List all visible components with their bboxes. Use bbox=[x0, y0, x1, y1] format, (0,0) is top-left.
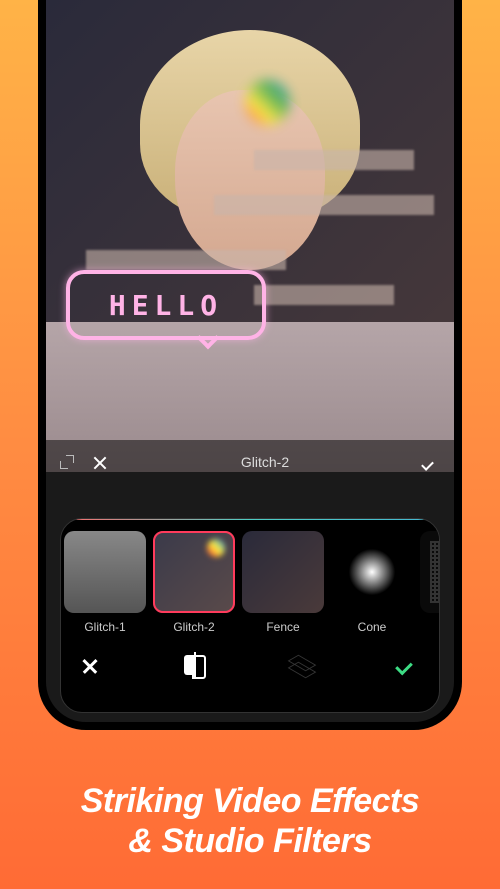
effect-label: Cone bbox=[358, 620, 387, 634]
effect-thumbnail bbox=[331, 531, 413, 613]
layers-icon[interactable] bbox=[292, 655, 312, 675]
glitch-artifact bbox=[86, 250, 286, 270]
effects-strip[interactable]: Glitch-1 Glitch-2 Fence Cone Ascii bbox=[61, 531, 439, 634]
effect-thumbnail bbox=[242, 531, 324, 613]
effect-item-cone[interactable]: Cone bbox=[331, 531, 413, 634]
effect-thumbnail bbox=[64, 531, 146, 613]
effect-thumbnail bbox=[420, 531, 439, 613]
glitch-artifact bbox=[214, 195, 434, 215]
video-preview[interactable]: HELLO Glitch-2 bbox=[46, 0, 454, 472]
current-effect-label: Glitch-2 bbox=[108, 454, 422, 470]
promo-line-2: & Studio Filters bbox=[0, 821, 500, 861]
apply-icon[interactable] bbox=[397, 657, 419, 673]
hello-sticker[interactable]: HELLO bbox=[66, 270, 266, 352]
effect-label: Glitch-1 bbox=[84, 620, 125, 634]
cancel-icon[interactable] bbox=[81, 656, 99, 674]
effects-panel: Glitch-1 Glitch-2 Fence Cone Ascii bbox=[60, 518, 440, 713]
sticker-text: HELLO bbox=[109, 289, 223, 322]
glitch-artifact bbox=[254, 150, 414, 170]
promo-line-1: Striking Video Effects bbox=[0, 781, 500, 821]
fullscreen-exit-icon[interactable] bbox=[60, 455, 74, 469]
effect-label: Fence bbox=[266, 620, 299, 634]
effect-control-bar: Glitch-2 bbox=[46, 440, 454, 472]
phone-screen: HELLO Glitch-2 bbox=[46, 0, 454, 722]
promo-headline: Striking Video Effects & Studio Filters bbox=[0, 781, 500, 861]
effect-item-glitch-2[interactable]: Glitch-2 bbox=[153, 531, 235, 634]
confirm-icon[interactable] bbox=[422, 455, 440, 469]
effect-item-ascii[interactable]: Ascii bbox=[420, 531, 439, 634]
glitch-artifact bbox=[254, 285, 394, 305]
effect-item-glitch-1[interactable]: Glitch-1 bbox=[64, 531, 146, 634]
compare-icon[interactable] bbox=[184, 652, 206, 678]
phone-frame: HELLO Glitch-2 bbox=[38, 0, 462, 730]
effect-thumbnail bbox=[153, 531, 235, 613]
effect-label: Glitch-2 bbox=[173, 620, 214, 634]
effect-item-fence[interactable]: Fence bbox=[242, 531, 324, 634]
close-icon[interactable] bbox=[92, 454, 108, 470]
